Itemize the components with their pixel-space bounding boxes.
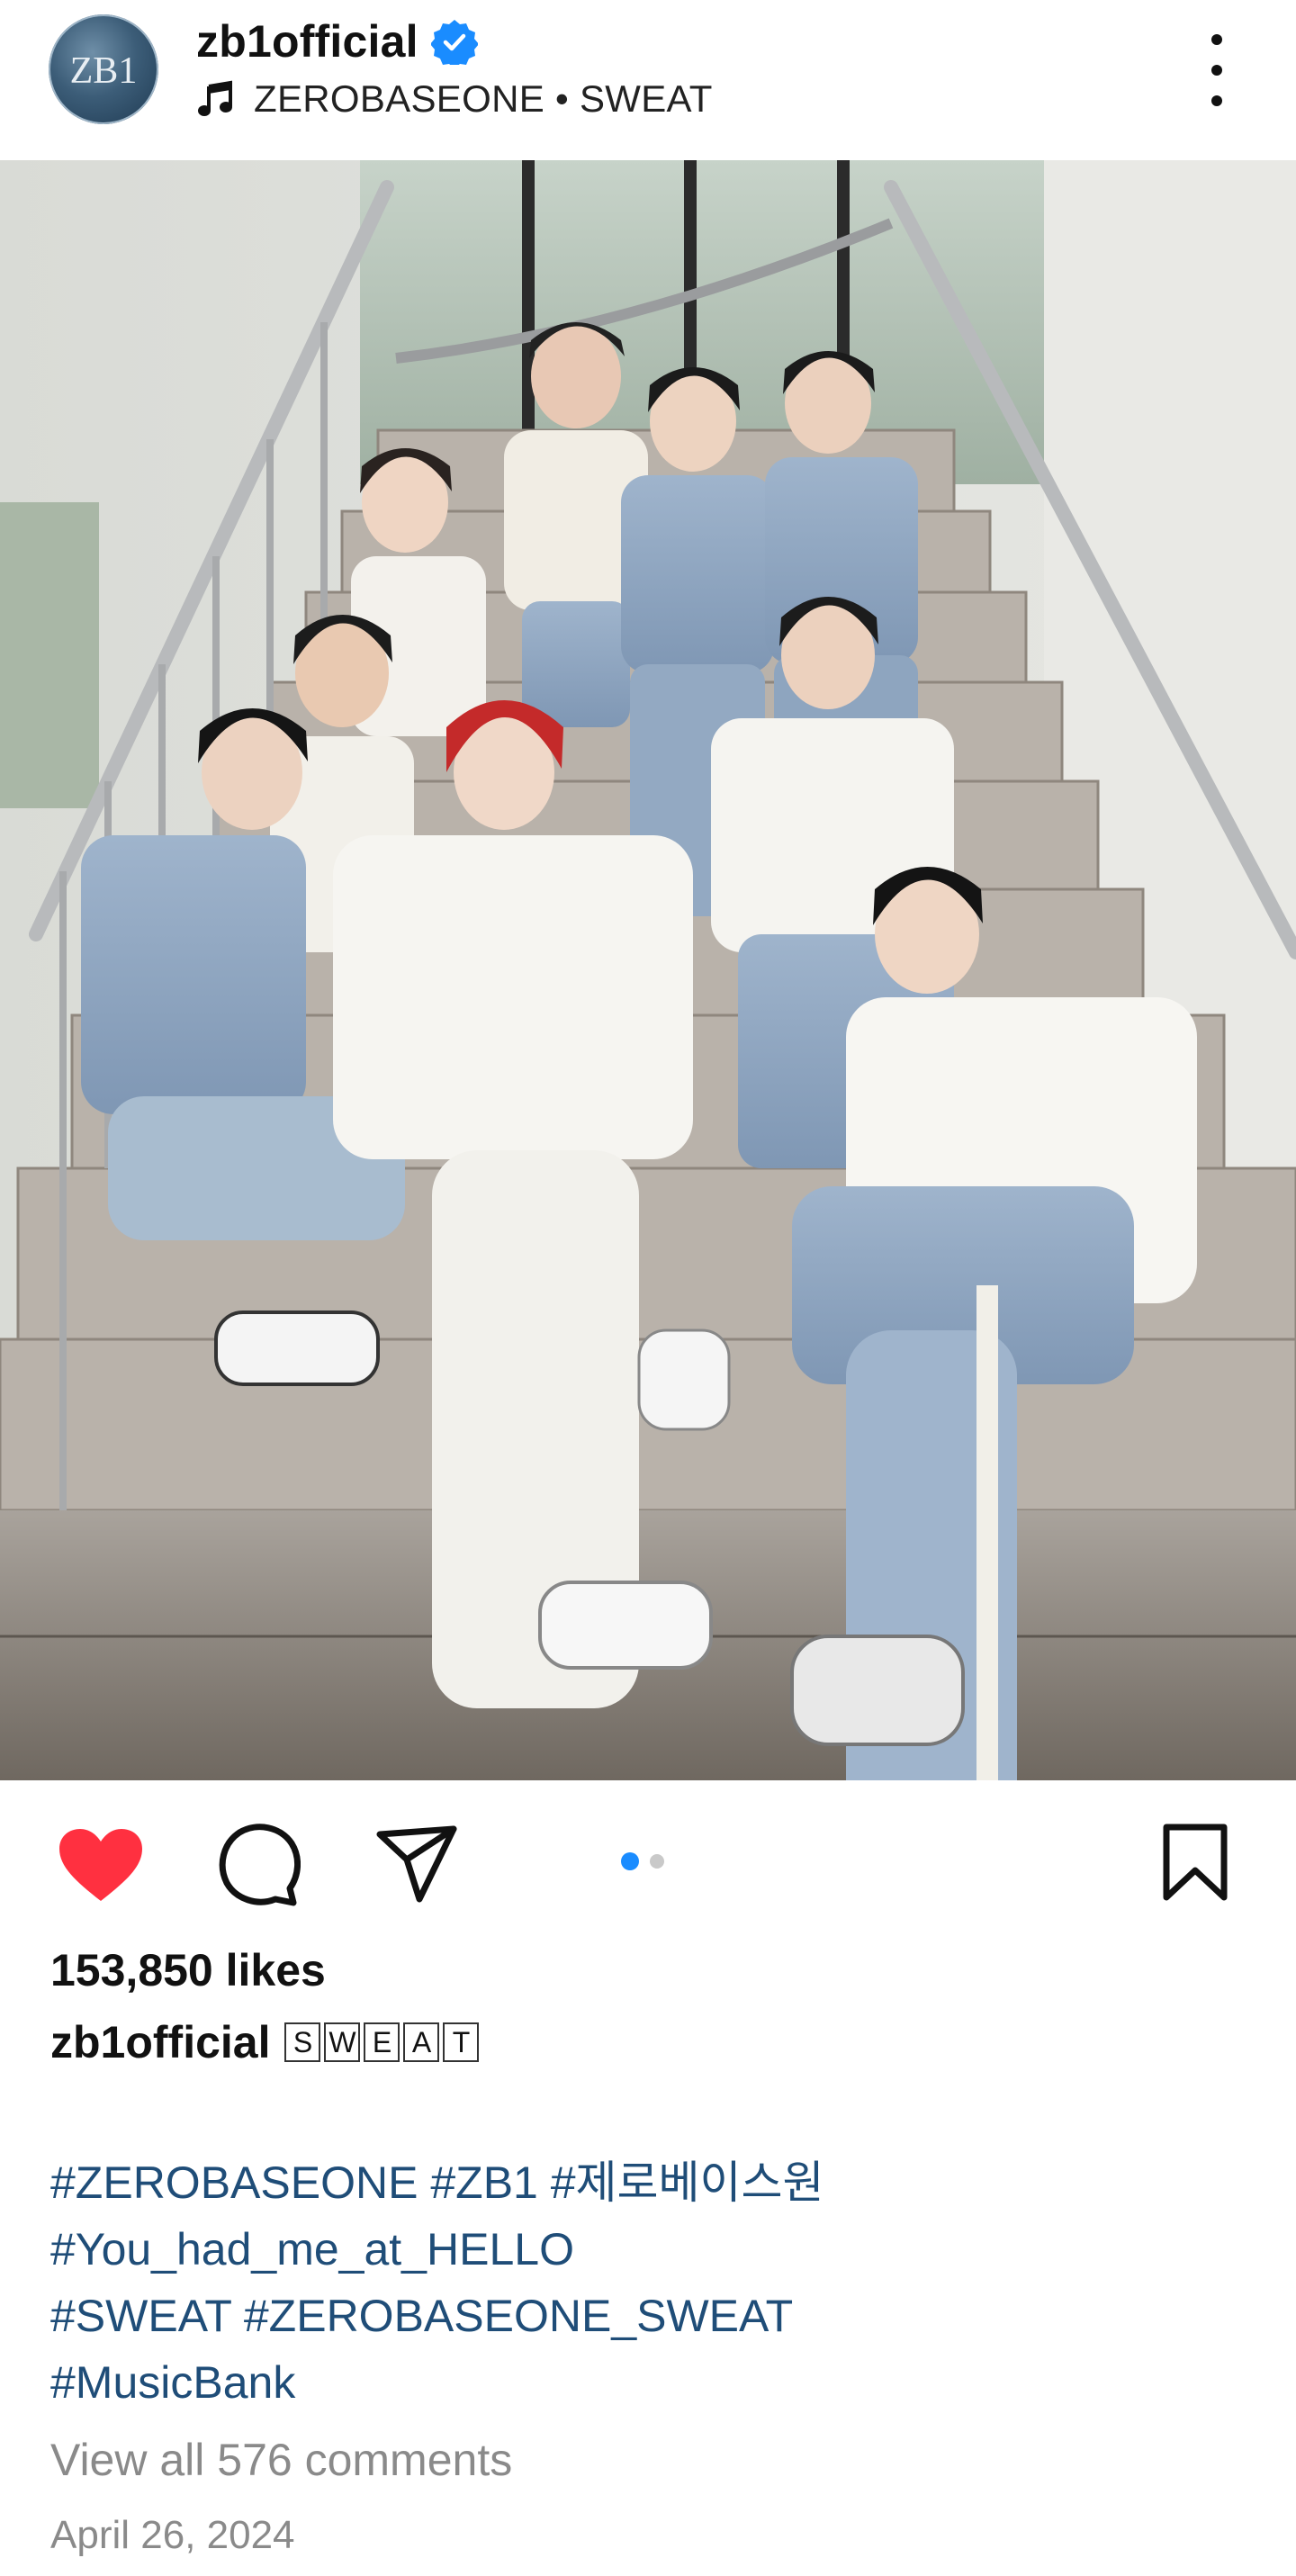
avatar[interactable]: ZB1 <box>49 14 158 124</box>
hashtag-line[interactable]: #ZEROBASEONE #ZB1 #제로베이스원 <box>50 2149 824 2216</box>
carousel-dot <box>650 1854 664 1869</box>
music-row[interactable]: ZEROBASEONE • SWEAT <box>196 72 713 126</box>
music-label: ZEROBASEONE • SWEAT <box>254 77 713 120</box>
boxed-letter: T <box>443 2022 480 2062</box>
post-photo[interactable] <box>0 160 1296 1780</box>
hashtags: #ZEROBASEONE #ZB1 #제로베이스원 #You_had_me_at… <box>50 2149 824 2416</box>
post-date: April 26, 2024 <box>50 2513 295 2557</box>
view-all-comments-link[interactable]: View all 576 comments <box>50 2434 512 2486</box>
hashtag-line[interactable]: #You_had_me_at_HELLO <box>50 2216 824 2283</box>
comment-icon[interactable] <box>218 1824 301 1906</box>
group-photo-image <box>0 160 1296 1780</box>
caption-username[interactable]: zb1official <box>50 2016 270 2068</box>
boxed-letter: E <box>364 2022 400 2062</box>
music-note-icon <box>198 80 232 116</box>
boxed-letter: W <box>324 2022 361 2062</box>
caption-boxed-text: S W E A T <box>284 2022 482 2062</box>
caption-line: zb1official S W E A T <box>50 2016 482 2068</box>
hashtag-line[interactable]: #SWEAT #ZEROBASEONE_SWEAT <box>50 2283 824 2349</box>
carousel-dot-active <box>621 1852 639 1870</box>
post-username[interactable]: zb1official <box>196 15 418 68</box>
zb1-logo: ZB1 <box>49 14 158 124</box>
carousel-indicator <box>621 1852 664 1870</box>
verified-badge-icon <box>430 20 478 65</box>
share-icon[interactable] <box>376 1824 459 1903</box>
heart-filled-icon[interactable] <box>58 1827 144 1903</box>
likes-count[interactable]: 153,850 likes <box>50 1944 326 1996</box>
username-row: zb1official <box>196 13 478 70</box>
post-header: ZB1 zb1official ZEROBASEONE • SWEAT <box>0 0 1296 160</box>
more-options-icon[interactable] <box>1190 34 1244 106</box>
boxed-letter: A <box>403 2022 440 2062</box>
bookmark-icon[interactable] <box>1161 1824 1229 1901</box>
hashtag-line[interactable]: #MusicBank <box>50 2349 824 2416</box>
svg-text:ZB1: ZB1 <box>70 50 138 92</box>
boxed-letter: S <box>284 2022 321 2062</box>
